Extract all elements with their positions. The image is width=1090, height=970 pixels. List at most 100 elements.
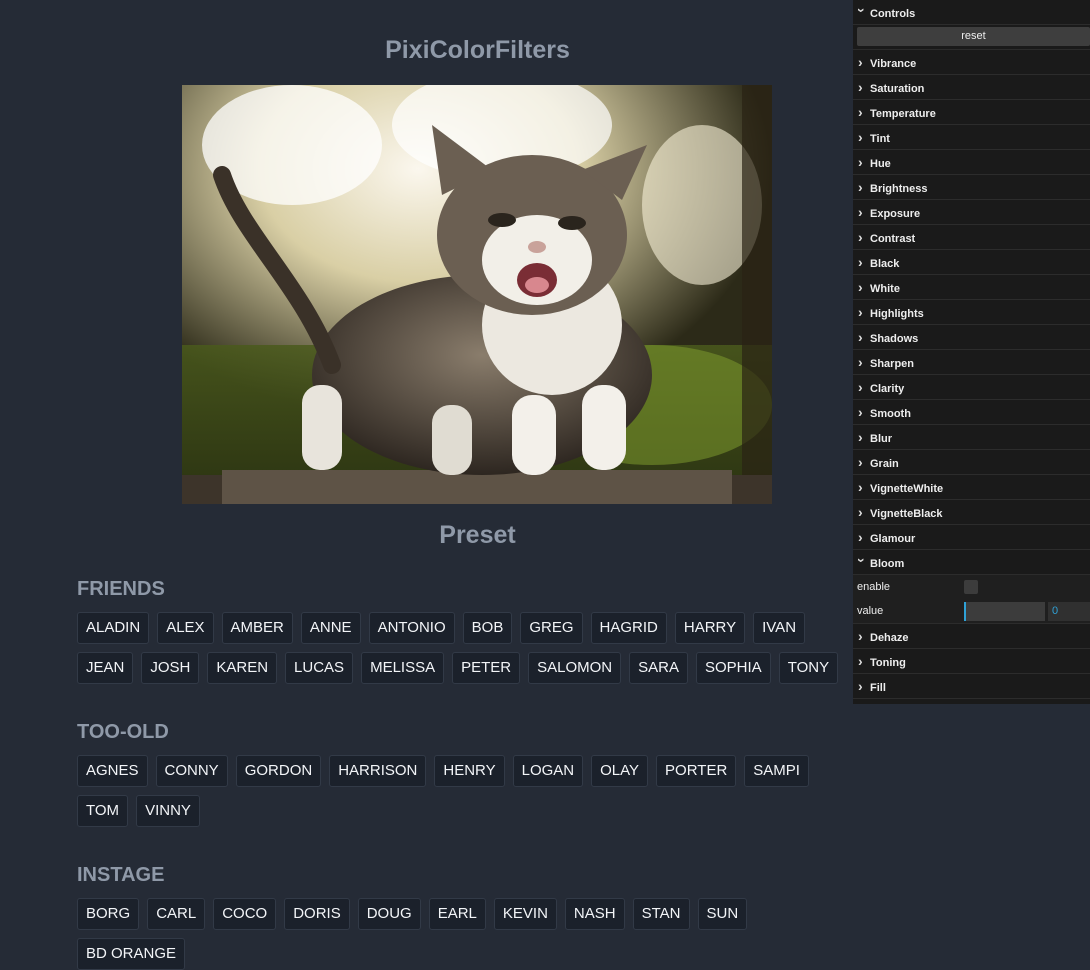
folder-label: Temperature <box>870 108 936 120</box>
folder-highlights[interactable]: › Highlights <box>853 300 1090 325</box>
preset-button-antonio[interactable]: ANTONIO <box>368 612 455 644</box>
folder-label: Vibrance <box>870 58 917 70</box>
folder-dehaze[interactable]: › Dehaze <box>853 624 1090 649</box>
preset-button-amber[interactable]: AMBER <box>221 612 293 644</box>
preset-group-friends: FRIENDS ALADIN ALEX AMBER ANNE ANTONIO BOB GRE… <box>77 578 847 684</box>
folder-fill[interactable]: › Fill <box>853 674 1090 699</box>
folder-sharpen[interactable]: › Sharpen <box>853 350 1090 375</box>
preset-button-carl[interactable]: CARL <box>147 898 206 930</box>
preset-button-list: BORG CARL COCO DORIS DOUG EARL KEVIN NASH STAN SU… <box>77 898 847 970</box>
folder-label: Bloom <box>870 558 905 570</box>
preset-button-gordon[interactable]: GORDON <box>235 755 322 787</box>
preset-button-coco[interactable]: COCO <box>213 898 277 930</box>
preset-button-agnes[interactable]: AGNES <box>77 755 148 787</box>
preset-button-doug[interactable]: DOUG <box>357 898 421 930</box>
folder-shadows[interactable]: › Shadows <box>853 325 1090 350</box>
reset-button[interactable]: reset <box>857 27 1090 46</box>
folder-exposure[interactable]: › Exposure <box>853 200 1090 225</box>
folder-label: Black <box>870 258 900 270</box>
folder-label: Toning <box>870 657 906 669</box>
preset-group-instage: INSTAGE BORG CARL COCO DORIS DOUG EARL KEVIN NA… <box>77 864 847 970</box>
folder-label: Saturation <box>870 83 925 95</box>
preset-button-alex[interactable]: ALEX <box>157 612 214 644</box>
folder-smooth[interactable]: › Smooth <box>853 400 1090 425</box>
controls-header[interactable]: ›Controls <box>853 0 1090 25</box>
chevron-right-icon: › <box>858 204 863 220</box>
chevron-right-icon: › <box>858 404 863 420</box>
preset-button-karen[interactable]: KAREN <box>207 652 278 684</box>
preset-button-anne[interactable]: ANNE <box>300 612 361 644</box>
chevron-right-icon: › <box>858 54 863 70</box>
folder-saturation[interactable]: › Saturation <box>853 75 1090 100</box>
preset-button-porter[interactable]: PORTER <box>656 755 737 787</box>
folder-hue[interactable]: › Hue <box>853 150 1090 175</box>
chevron-right-icon: › <box>858 678 863 694</box>
folder-brightness[interactable]: › Brightness <box>853 175 1090 200</box>
folder-vignettewhite[interactable]: › VignetteWhite <box>853 475 1090 500</box>
preset-button-jean[interactable]: JEAN <box>77 652 134 684</box>
preset-button-salomon[interactable]: SALOMON <box>528 652 622 684</box>
preset-button-sampi[interactable]: SAMPI <box>744 755 809 787</box>
preset-button-sara[interactable]: SARA <box>629 652 688 684</box>
preset-button-peter[interactable]: PETER <box>452 652 521 684</box>
folder-list: › Dehaze › Toning › Fill <box>853 624 1090 699</box>
chevron-down-icon: › <box>854 558 870 563</box>
preset-button-tom[interactable]: TOM <box>77 795 129 827</box>
chevron-right-icon: › <box>858 104 863 120</box>
folder-list: › Vibrance › Saturation › Temperature › Tint › Hu… <box>853 50 1090 550</box>
folder-label: Exposure <box>870 208 921 220</box>
preset-button-melissa[interactable]: MELISSA <box>361 652 445 684</box>
preset-button-doris[interactable]: DORIS <box>284 898 350 930</box>
controls-panel: ›Controls reset › Vibrance › Saturation › Tem… <box>853 0 1090 704</box>
folder-vibrance[interactable]: › Vibrance <box>853 50 1090 75</box>
preset-button-hagrid[interactable]: HAGRID <box>590 612 667 644</box>
folder-temperature[interactable]: › Temperature <box>853 100 1090 125</box>
preset-button-josh[interactable]: JOSH <box>141 652 200 684</box>
folder-grain[interactable]: › Grain <box>853 450 1090 475</box>
preset-button-olay[interactable]: OLAY <box>591 755 649 787</box>
preset-button-earl[interactable]: EARL <box>428 898 486 930</box>
folder-vignetteblack[interactable]: › VignetteBlack <box>853 500 1090 525</box>
preset-button-vinny[interactable]: VINNY <box>136 795 200 827</box>
folder-contrast[interactable]: › Contrast <box>853 225 1090 250</box>
preset-button-list: ALADIN ALEX AMBER ANNE ANTONIO BOB GREG HAGRID H… <box>77 612 847 684</box>
folder-blur[interactable]: › Blur <box>853 425 1090 450</box>
folder-white[interactable]: › White <box>853 275 1090 300</box>
enable-checkbox[interactable] <box>964 580 978 594</box>
preset-button-nash[interactable]: NASH <box>564 898 625 930</box>
preset-button-sun[interactable]: SUN <box>697 898 748 930</box>
preset-button-harrison[interactable]: HARRISON <box>329 755 427 787</box>
preset-button-conny[interactable]: CONNY <box>155 755 228 787</box>
folder-label: VignetteBlack <box>870 508 943 520</box>
folder-toning[interactable]: › Toning <box>853 649 1090 674</box>
folder-label: Glamour <box>870 533 916 545</box>
preset-button-greg[interactable]: GREG <box>520 612 583 644</box>
page-title: PixiColorFilters <box>385 36 570 64</box>
preset-button-bob[interactable]: BOB <box>462 612 513 644</box>
preset-button-logan[interactable]: LOGAN <box>512 755 584 787</box>
folder-label: Brightness <box>870 183 928 195</box>
preset-button-list: AGNES CONNY GORDON HARRISON HENRY LOGAN OLAY PO… <box>77 755 847 827</box>
preset-button-ivan[interactable]: IVAN <box>753 612 806 644</box>
folder-tint[interactable]: › Tint <box>853 125 1090 150</box>
folder-glamour[interactable]: › Glamour <box>853 525 1090 550</box>
preset-button-borg[interactable]: BORG <box>77 898 140 930</box>
preset-button-bd-orange[interactable]: BD ORANGE <box>77 938 186 970</box>
chevron-right-icon: › <box>858 653 863 669</box>
bloom-enable-row: enable <box>853 575 1090 599</box>
chevron-right-icon: › <box>858 529 863 545</box>
preset-button-aladin[interactable]: ALADIN <box>77 612 150 644</box>
folder-clarity[interactable]: › Clarity <box>853 375 1090 400</box>
preset-button-harry[interactable]: HARRY <box>674 612 746 644</box>
folder-black[interactable]: › Black <box>853 250 1090 275</box>
preset-button-kevin[interactable]: KEVIN <box>493 898 557 930</box>
preset-button-sophia[interactable]: SOPHIA <box>696 652 771 684</box>
preset-button-tony[interactable]: TONY <box>778 652 839 684</box>
preset-button-lucas[interactable]: LUCAS <box>285 652 354 684</box>
value-slider[interactable] <box>964 602 1045 621</box>
preset-button-henry[interactable]: HENRY <box>434 755 505 787</box>
value-input[interactable]: 0 <box>1048 602 1090 621</box>
folder-bloom[interactable]: ›Bloom <box>853 550 1090 575</box>
preset-button-stan[interactable]: STAN <box>632 898 690 930</box>
folder-label: Smooth <box>870 408 911 420</box>
